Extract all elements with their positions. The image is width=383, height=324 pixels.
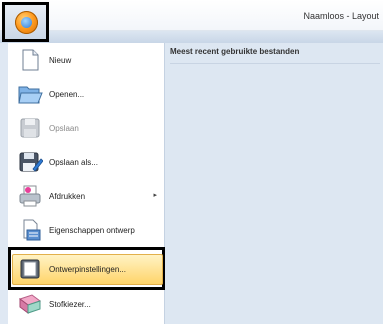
menu-item-design-settings[interactable]: Ontwerpinstellingen... <box>9 252 163 286</box>
menu-item-new[interactable]: Nieuw <box>9 43 163 77</box>
design-settings-icon <box>17 256 43 282</box>
ribbon-strip <box>0 31 383 43</box>
app-orb-icon <box>15 11 38 34</box>
application-menu-button[interactable] <box>2 2 49 42</box>
new-document-icon <box>17 47 43 73</box>
submenu-arrow-icon: ▸ <box>153 192 157 199</box>
menu-item-label: Nieuw <box>49 55 72 65</box>
title-bar: Naamloos - Layout <box>0 0 383 31</box>
menu-item-save-as[interactable]: Opslaan als... <box>9 145 163 179</box>
recent-files-panel: Meest recent gebruikte bestanden <box>165 43 383 324</box>
save-icon <box>17 115 43 141</box>
print-icon <box>17 183 43 209</box>
menu-item-fabric-selector[interactable]: Stofkiezer... <box>9 287 163 321</box>
menu-item-label: Ontwerpinstellingen... <box>49 264 126 274</box>
design-properties-icon <box>17 217 43 243</box>
menu-item-open[interactable]: Openen... <box>9 77 163 111</box>
menu-item-label: Afdrukken <box>49 191 86 201</box>
menu-item-print[interactable]: Afdrukken ▸ <box>9 179 163 213</box>
menu-item-label: Eigenschappen ontwerp <box>49 225 135 235</box>
open-folder-icon <box>17 81 43 107</box>
menu-item-label: Opslaan als... <box>49 157 98 167</box>
menu-item-label: Opslaan <box>49 123 79 133</box>
menu-item-label: Stofkiezer... <box>49 299 91 309</box>
app-orb-center <box>21 17 32 28</box>
menu-item-save[interactable]: Opslaan <box>9 111 163 145</box>
window-title: Naamloos - Layout <box>303 11 379 21</box>
menu-item-label: Openen... <box>49 89 85 99</box>
menu-item-design-properties[interactable]: Eigenschappen ontwerp <box>9 213 163 247</box>
recent-files-header: Meest recent gebruikte bestanden <box>170 47 380 64</box>
save-as-icon <box>17 149 44 175</box>
fabric-selector-icon <box>17 291 43 317</box>
